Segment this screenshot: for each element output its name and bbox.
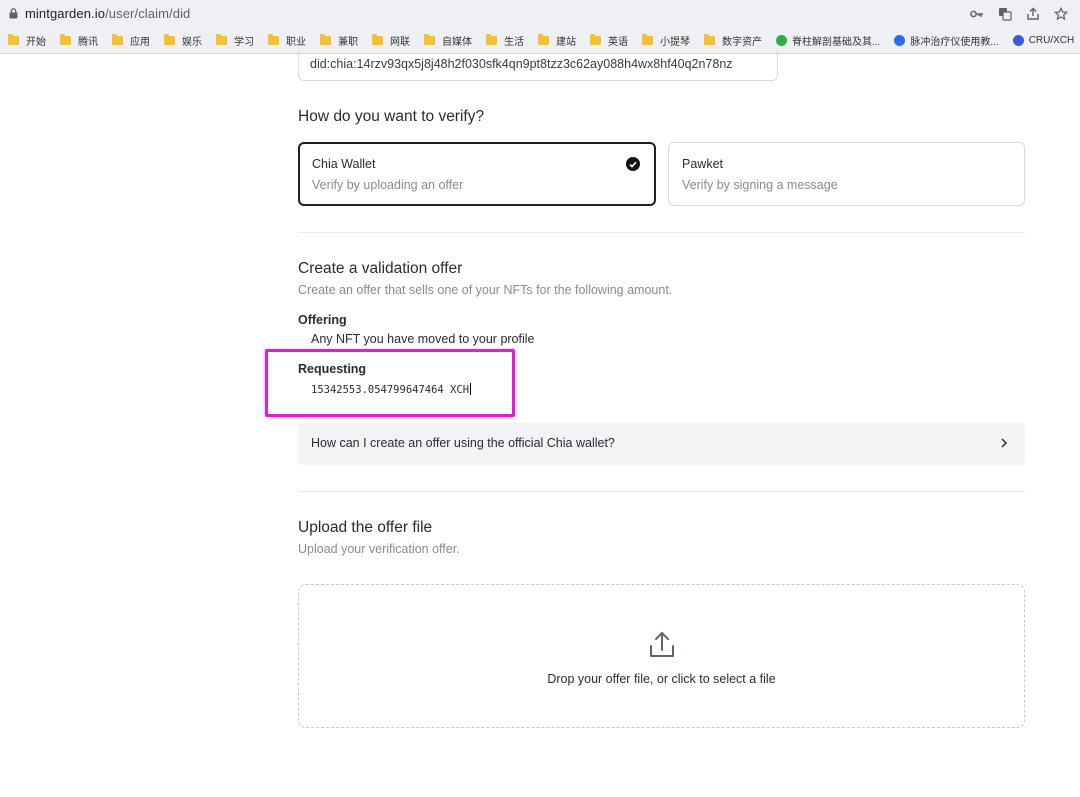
bookmark-label: 娱乐 bbox=[182, 37, 202, 48]
bookmark-label: 职业 bbox=[286, 37, 306, 48]
key-icon[interactable] bbox=[968, 5, 986, 23]
upload-heading: Upload the offer file bbox=[298, 519, 433, 536]
bookmark-label: 建站 bbox=[556, 37, 576, 48]
validation-subtitle: Create an offer that sells one of your N… bbox=[298, 283, 673, 297]
bookmark-item[interactable]: 英语 bbox=[590, 32, 628, 50]
option-title: Pawket bbox=[682, 157, 723, 171]
bookmark-item[interactable]: 生活 bbox=[486, 32, 524, 50]
url-field[interactable]: mintgarden.io/user/claim/did bbox=[25, 6, 190, 21]
folder-icon bbox=[216, 34, 227, 45]
bookmark-label: 脉冲治疗仪使用教... bbox=[910, 37, 999, 48]
blue-site-icon bbox=[1012, 35, 1024, 46]
bookmark-label: 自媒体 bbox=[442, 37, 472, 48]
offer-file-dropzone[interactable]: Drop your offer file, or click to select… bbox=[298, 584, 1025, 728]
option-chia-wallet[interactable]: Chia Wallet Verify by uploading an offer bbox=[298, 142, 656, 206]
folder-icon bbox=[372, 34, 383, 45]
folder-icon bbox=[60, 34, 71, 45]
lock-icon bbox=[9, 8, 18, 19]
bookmark-label: 数字资产 bbox=[722, 37, 762, 48]
bookmark-label: 小提琴 bbox=[660, 37, 690, 48]
upload-subtitle: Upload your verification offer. bbox=[298, 542, 460, 556]
baidu-paw-icon bbox=[894, 35, 906, 46]
bookmark-item[interactable]: CRU/XCH bbox=[1012, 32, 1075, 50]
bookmark-label: 兼职 bbox=[338, 37, 358, 48]
folder-icon bbox=[424, 34, 435, 45]
faq-label: How can I create an offer using the offi… bbox=[311, 436, 615, 450]
verify-heading: How do you want to verify? bbox=[298, 108, 485, 125]
faq-accordion[interactable]: How can I create an offer using the offi… bbox=[298, 423, 1025, 465]
bookmark-item[interactable]: 数字资产 bbox=[704, 32, 762, 50]
url-path: /user/claim/did bbox=[105, 6, 191, 21]
bookmark-label: 英语 bbox=[608, 37, 628, 48]
bookmark-label: 生活 bbox=[504, 37, 524, 48]
star-icon[interactable] bbox=[1052, 5, 1070, 23]
bookmark-item[interactable]: 职业 bbox=[268, 32, 306, 50]
validation-heading: Create a validation offer bbox=[298, 260, 463, 277]
section-divider bbox=[298, 491, 1025, 492]
bookmark-item[interactable]: 应用 bbox=[112, 32, 150, 50]
dropzone-text: Drop your offer file, or click to select… bbox=[547, 672, 776, 686]
bookmark-item[interactable]: 开始 bbox=[8, 32, 46, 50]
browser-action-icons bbox=[968, 5, 1070, 23]
bookmark-item[interactable]: 脊柱解剖基础及其... bbox=[776, 32, 880, 50]
green-site-icon bbox=[776, 35, 787, 46]
bookmark-item[interactable]: 腾讯 bbox=[60, 32, 98, 50]
folder-icon bbox=[704, 34, 715, 45]
bookmark-item[interactable]: 建站 bbox=[538, 32, 576, 50]
chevron-right-icon bbox=[1001, 438, 1008, 448]
folder-icon bbox=[268, 34, 279, 45]
bookmark-item[interactable]: 学习 bbox=[216, 32, 254, 50]
bookmark-item[interactable]: 自媒体 bbox=[424, 32, 472, 50]
section-divider bbox=[298, 232, 1025, 233]
translate-icon[interactable] bbox=[996, 5, 1014, 23]
bookmark-label: 学习 bbox=[234, 37, 254, 48]
folder-icon bbox=[590, 34, 601, 45]
folder-icon bbox=[164, 34, 175, 45]
bookmark-item[interactable]: 兼职 bbox=[320, 32, 358, 50]
bookmark-label: 应用 bbox=[130, 37, 150, 48]
did-input[interactable]: did:chia:14rzv93qx5j8j48h2f030sfk4qn9pt8… bbox=[298, 50, 778, 81]
bookmark-label: 开始 bbox=[26, 37, 46, 48]
folder-icon bbox=[538, 34, 549, 45]
bookmark-item[interactable]: 小提琴 bbox=[642, 32, 690, 50]
bookmark-item[interactable]: 网联 bbox=[372, 32, 410, 50]
option-pawket[interactable]: Pawket Verify by signing a message bbox=[668, 142, 1025, 206]
url-host: mintgarden.io bbox=[25, 6, 106, 21]
bookmark-label: 腾讯 bbox=[78, 37, 98, 48]
folder-icon bbox=[112, 34, 123, 45]
offering-value: Any NFT you have moved to your profile bbox=[311, 332, 535, 346]
option-subtitle: Verify by signing a message bbox=[682, 178, 838, 192]
check-circle-icon bbox=[626, 157, 640, 171]
offering-label: Offering bbox=[298, 313, 347, 327]
bookmark-label: 脊柱解剖基础及其... bbox=[792, 37, 881, 48]
folder-icon bbox=[642, 34, 653, 45]
upload-icon bbox=[650, 632, 674, 657]
bookmark-item[interactable]: 娱乐 bbox=[164, 32, 202, 50]
option-subtitle: Verify by uploading an offer bbox=[312, 178, 464, 192]
bookmark-label: 网联 bbox=[390, 37, 410, 48]
folder-icon bbox=[486, 34, 497, 45]
option-title: Chia Wallet bbox=[312, 157, 376, 171]
bookmark-label: CRU/XCH bbox=[1028, 35, 1075, 46]
did-value: did:chia:14rzv93qx5j8j48h2f030sfk4qn9pt8… bbox=[310, 57, 733, 71]
annotation-highlight-box bbox=[265, 349, 515, 417]
share-icon[interactable] bbox=[1024, 5, 1042, 23]
page-content: did:chia:14rzv93qx5j8j48h2f030sfk4qn9pt8… bbox=[0, 50, 1080, 797]
folder-icon bbox=[320, 34, 331, 45]
browser-address-bar: mintgarden.io/user/claim/did bbox=[0, 0, 1080, 28]
folder-icon bbox=[8, 34, 19, 45]
bookmark-item[interactable]: 脉冲治疗仪使用教... bbox=[894, 32, 999, 50]
